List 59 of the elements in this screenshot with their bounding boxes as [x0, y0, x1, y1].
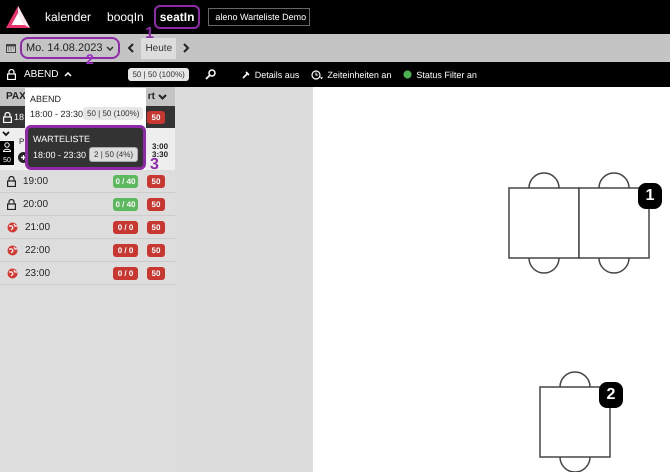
- lock-icon: [3, 112, 12, 122]
- capacity-badge: 50 | 50 (100%): [83, 107, 144, 120]
- venue-select[interactable]: aleno Warteliste Demo: [208, 8, 310, 26]
- booking-badge: 0 / 40: [113, 198, 138, 210]
- toggle-option[interactable]: Status Filter an: [416, 70, 477, 80]
- shift-time: 18:00 - 23:30: [30, 108, 84, 118]
- person-icon: [3, 142, 11, 152]
- count-badge: 50: [147, 220, 165, 234]
- caret-icon: [64, 72, 72, 77]
- calendar-icon: [6, 43, 16, 53]
- count-badge: 50: [147, 110, 165, 124]
- time-slot: 21:00: [25, 222, 50, 232]
- search-icon[interactable]: [204, 69, 216, 80]
- pin-icon[interactable]: [242, 70, 251, 79]
- shift-menu-item[interactable]: WARTELISTE 18:00 - 23:30 2 | 50 (4%): [25, 125, 146, 170]
- column-header[interactable]: rt: [148, 91, 155, 102]
- time-slot: 19:00: [23, 176, 48, 186]
- booking-badge: 0 / 40: [113, 174, 138, 188]
- column-header[interactable]: PAX: [6, 91, 26, 102]
- booking-badge: 0 / 0: [113, 244, 138, 256]
- capacity-badge: 2 | 50 (4%): [89, 147, 138, 162]
- shift-time: 18:00 - 23:30: [33, 150, 86, 160]
- today-button[interactable]: Heute: [141, 38, 176, 58]
- status-dot-icon[interactable]: [403, 70, 412, 79]
- shift-selector[interactable]: ABEND: [24, 69, 58, 80]
- next-icon[interactable]: [183, 43, 190, 53]
- booking-badge: 0 / 0: [113, 220, 138, 234]
- callout-number: 3: [150, 157, 159, 173]
- nav-tab[interactable]: seatIn: [154, 5, 200, 29]
- detail-label: P: [19, 137, 24, 146]
- shift-name: ABEND: [30, 94, 62, 104]
- toggle-option[interactable]: Zeiteinheiten an: [327, 70, 392, 80]
- time-range: 3:30: [152, 151, 168, 159]
- count-badge: 50: [147, 244, 165, 256]
- count-badge: 50: [147, 174, 165, 188]
- table-number: 2: [599, 382, 623, 408]
- previous-icon[interactable]: [127, 43, 134, 53]
- time-slot: 20:00: [23, 198, 48, 210]
- capacity-badge: 50 | 50 (100%): [128, 68, 189, 81]
- shift-name: WARTELISTE: [33, 134, 92, 144]
- booking-badge: 0 / 0: [113, 266, 138, 280]
- count-badge: 50: [147, 266, 165, 280]
- toggle-option[interactable]: Details aus: [254, 70, 300, 80]
- nav-tab[interactable]: kalender: [39, 5, 98, 29]
- lock-icon: [7, 176, 16, 186]
- time-slot: 18: [14, 112, 24, 122]
- chevron-icon[interactable]: [2, 131, 10, 137]
- shift-menu-item[interactable]: ABEND 18:00 - 23:30 50 | 50 (100%): [25, 88, 146, 125]
- chevron-icon: [158, 94, 167, 100]
- logo-icon: [5, 5, 31, 29]
- table-number: 1: [638, 183, 662, 209]
- lock-icon: [7, 198, 16, 210]
- time-slot: 23:00: [25, 268, 50, 278]
- lock-icon: [7, 69, 16, 80]
- count-badge: 50: [147, 198, 165, 210]
- clock-icon[interactable]: [311, 70, 324, 80]
- chevron-icon: [106, 46, 114, 50]
- time-slot: 22:00: [25, 244, 50, 256]
- time-range: 3:00: [152, 143, 168, 151]
